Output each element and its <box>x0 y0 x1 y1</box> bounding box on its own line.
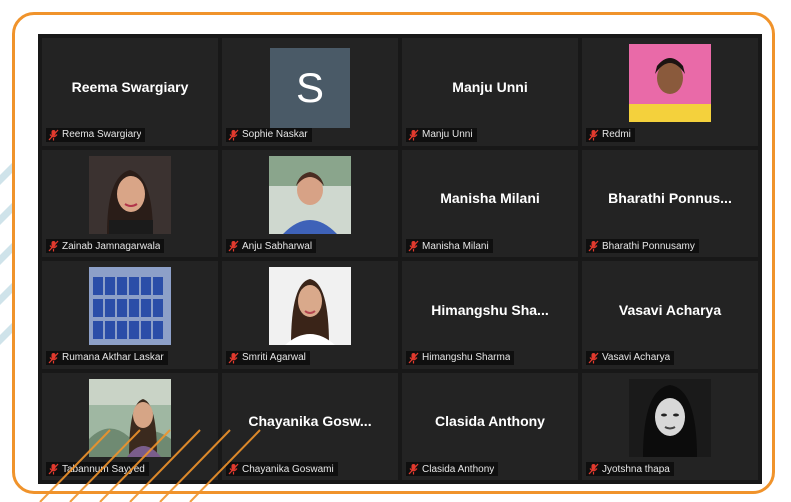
participant-label-text: Smriti Agarwal <box>242 352 306 363</box>
video-gallery: Reema Swargiary Reema Swargiary S Sophie… <box>38 34 762 484</box>
participant-label-text: Zainab Jamnagarwala <box>62 240 161 252</box>
participant-grid: Reema Swargiary Reema Swargiary S Sophie… <box>38 34 762 484</box>
participant-photo <box>269 155 351 234</box>
participant-label-text: Jyotshna thapa <box>602 463 670 475</box>
mic-muted-icon <box>48 129 59 140</box>
participant-label-text: Clasida Anthony <box>422 463 495 475</box>
participant-display-name: Manju Unni <box>452 78 528 95</box>
participant-label-text: Rumana Akthar Laskar <box>62 352 164 363</box>
mic-muted-icon <box>408 129 419 140</box>
participant-name-label: Chayanika Goswami <box>226 462 338 476</box>
mic-muted-icon <box>408 240 419 252</box>
participant-name-label: Zainab Jamnagarwala <box>46 239 165 253</box>
participant-tile[interactable]: Tabannum Sayyed <box>42 372 218 480</box>
participant-name-label: Jyotshna thapa <box>586 462 674 476</box>
participant-tile[interactable]: Manisha Milani Manisha Milani <box>402 149 578 257</box>
participant-display-name: Reema Swargiary <box>71 78 189 95</box>
participant-label-text: Manisha Milani <box>422 240 489 252</box>
participant-name-label: Reema Swargiary <box>46 127 146 142</box>
participant-name-label: Manisha Milani <box>406 239 493 253</box>
mic-muted-icon <box>228 352 239 363</box>
participant-tile[interactable]: Chayanika Gosw... Chayanika Goswami <box>222 372 398 480</box>
mic-muted-icon <box>588 352 599 363</box>
participant-display-name: Manisha Milani <box>440 190 540 207</box>
participant-tile[interactable]: Clasida Anthony Clasida Anthony <box>402 372 578 480</box>
participant-display-name: Himangshu Sha... <box>431 301 549 318</box>
mic-muted-icon <box>588 240 599 252</box>
participant-photo <box>269 267 351 345</box>
mic-muted-icon <box>48 352 59 363</box>
participant-label-text: Himangshu Sharma <box>422 352 511 363</box>
participant-tile[interactable]: Rumana Akthar Laskar <box>42 261 218 369</box>
participant-tile[interactable]: Zainab Jamnagarwala <box>42 149 218 257</box>
mic-muted-icon <box>588 463 599 475</box>
mic-muted-icon <box>408 463 419 475</box>
participant-label-text: Reema Swargiary <box>62 129 142 140</box>
participant-name-label: Smriti Agarwal <box>226 350 310 365</box>
participant-name-label: Rumana Akthar Laskar <box>46 350 168 365</box>
participant-tile[interactable]: Vasavi Acharya Vasavi Acharya <box>582 261 758 369</box>
participant-photo <box>629 378 711 457</box>
participant-label-text: Sophie Naskar <box>242 129 308 140</box>
participant-display-name: Bharathi Ponnus... <box>608 190 732 207</box>
participant-name-label: Bharathi Ponnusamy <box>586 239 699 253</box>
mic-muted-icon <box>228 129 239 140</box>
participant-name-label: Anju Sabharwal <box>226 239 317 253</box>
participant-label-text: Vasavi Acharya <box>602 352 671 363</box>
participant-display-name: Chayanika Gosw... <box>248 413 372 430</box>
participant-photo <box>89 378 171 457</box>
participant-name-label: Clasida Anthony <box>406 462 499 476</box>
mic-muted-icon <box>48 240 59 252</box>
participant-label-text: Redmi <box>602 129 631 140</box>
participant-tile[interactable]: Smriti Agarwal <box>222 261 398 369</box>
participant-name-label: Tabannum Sayyed <box>46 462 149 476</box>
mic-muted-icon <box>408 352 419 363</box>
participant-tile[interactable]: Manju Unni Manju Unni <box>402 38 578 146</box>
participant-display-name: Vasavi Acharya <box>618 301 722 318</box>
mic-muted-icon <box>588 129 599 140</box>
participant-label-text: Bharathi Ponnusamy <box>602 240 695 252</box>
participant-tile[interactable]: Redmi <box>582 38 758 146</box>
participant-label-text: Tabannum Sayyed <box>62 463 145 475</box>
participant-name-label: Himangshu Sharma <box>406 350 515 365</box>
participant-photo <box>629 44 711 122</box>
participant-tile[interactable]: Reema Swargiary Reema Swargiary <box>42 38 218 146</box>
mic-muted-icon <box>228 240 239 252</box>
participant-label-text: Anju Sabharwal <box>242 240 313 252</box>
participant-name-label: Sophie Naskar <box>226 127 312 142</box>
participant-label-text: Manju Unni <box>422 129 473 140</box>
participant-name-label: Vasavi Acharya <box>586 350 675 365</box>
participant-name-label: Redmi <box>586 127 635 142</box>
participant-tile[interactable]: S Sophie Naskar <box>222 38 398 146</box>
participant-tile[interactable]: Himangshu Sha... Himangshu Sharma <box>402 261 578 369</box>
participant-tile[interactable]: Anju Sabharwal <box>222 149 398 257</box>
participant-label-text: Chayanika Goswami <box>242 463 334 475</box>
participant-photo <box>89 155 171 234</box>
participant-tile[interactable]: Jyotshna thapa <box>582 372 758 480</box>
mic-muted-icon <box>228 463 239 475</box>
participant-display-name: Clasida Anthony <box>435 413 545 430</box>
avatar-initial: S <box>270 48 350 128</box>
participant-photo <box>89 267 171 345</box>
participant-tile[interactable]: Bharathi Ponnus... Bharathi Ponnusamy <box>582 149 758 257</box>
mic-muted-icon <box>48 463 59 475</box>
participant-name-label: Manju Unni <box>406 127 477 142</box>
